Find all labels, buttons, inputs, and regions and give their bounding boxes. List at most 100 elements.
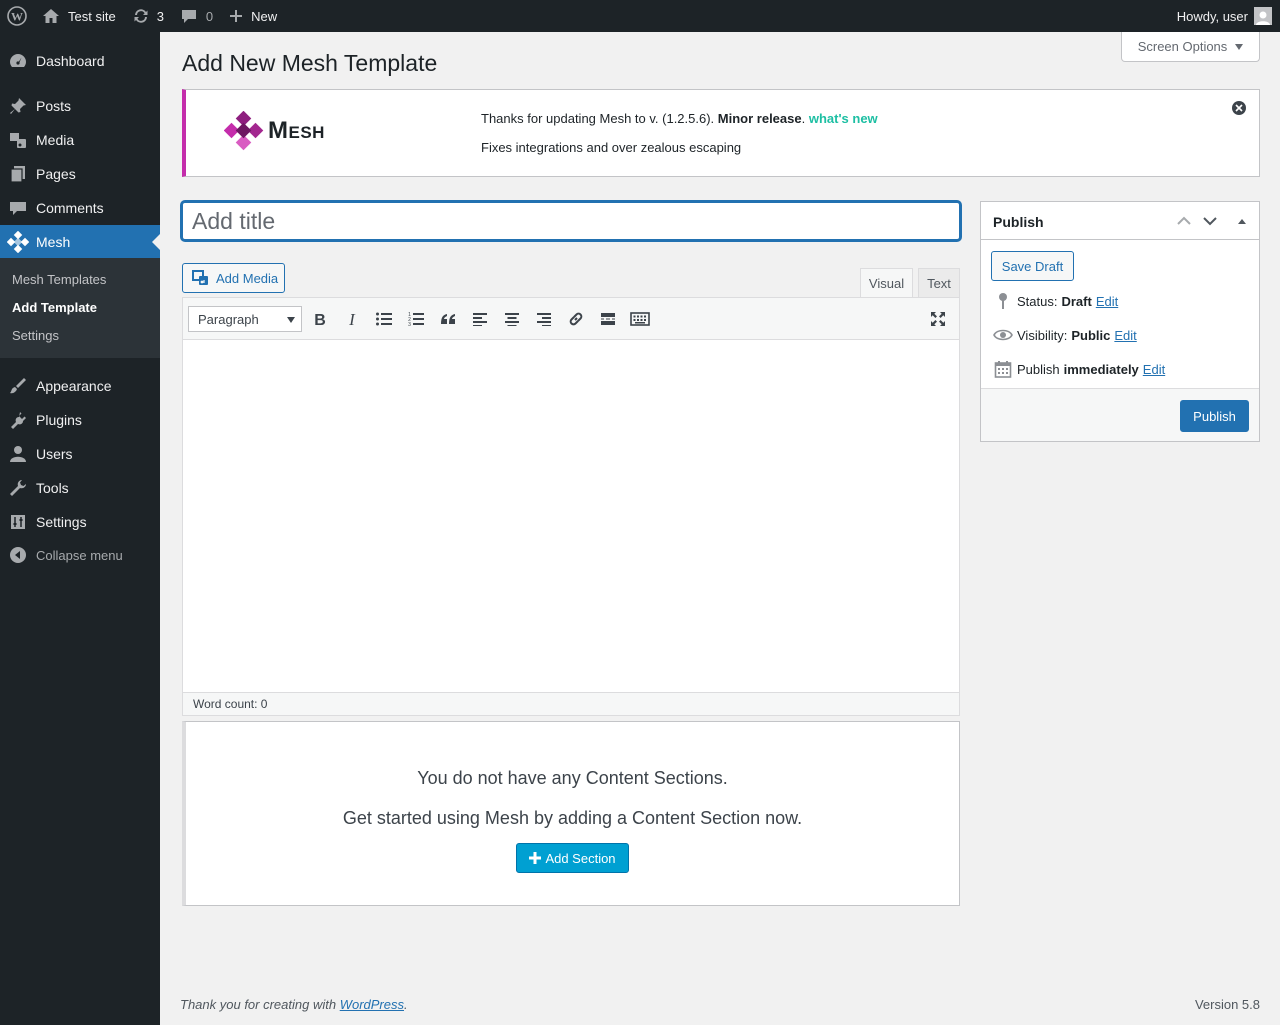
add-media-button[interactable]: Add Media xyxy=(182,263,285,293)
plus-icon xyxy=(529,852,542,864)
sidebar-item-label: Mesh xyxy=(36,234,71,250)
media-icon xyxy=(192,269,210,287)
pages-icon xyxy=(0,164,36,184)
sidebar-item-posts[interactable]: Posts xyxy=(0,89,160,123)
whats-new-link[interactable]: what's new xyxy=(809,111,878,126)
footer-thanks-text: Thank you for creating with xyxy=(180,997,340,1012)
caret-down-icon xyxy=(1235,43,1244,50)
chevron-up-icon xyxy=(1177,216,1191,226)
visibility-value: Public xyxy=(1071,327,1111,343)
fullscreen-button[interactable] xyxy=(926,307,950,331)
sidebar-item-pages[interactable]: Pages xyxy=(0,157,160,191)
svg-text:B: B xyxy=(314,312,326,327)
format-select-value: Paragraph xyxy=(198,311,259,327)
sidebar-item-settings[interactable]: Settings xyxy=(0,505,160,539)
home-icon xyxy=(42,7,60,25)
save-draft-button[interactable]: Save Draft xyxy=(991,251,1074,281)
wordpress-logo-menu[interactable]: W xyxy=(0,0,34,32)
site-name: Test site xyxy=(68,8,116,24)
admin-sidebar: Dashboard Posts Media Pages Comments Mes… xyxy=(0,32,160,1025)
schedule-label: Publish xyxy=(1017,361,1060,377)
submenu-item-add-template[interactable]: Add Template xyxy=(12,300,97,315)
user-icon xyxy=(0,444,36,464)
edit-status-link[interactable]: Edit xyxy=(1096,294,1118,309)
edit-visibility-link[interactable]: Edit xyxy=(1114,328,1136,343)
format-select[interactable]: Paragraph xyxy=(188,306,302,332)
edit-schedule-link[interactable]: Edit xyxy=(1143,362,1165,377)
mesh-sections-box: You do not have any Content Sections. Ge… xyxy=(182,721,960,906)
insert-link-button[interactable] xyxy=(564,307,588,331)
sidebar-item-tools[interactable]: Tools xyxy=(0,471,160,505)
content-editor: Paragraph B I 123 Word count: 0 xyxy=(182,297,960,716)
site-name-menu[interactable]: Test site xyxy=(34,0,124,32)
sidebar-item-dashboard[interactable]: Dashboard xyxy=(0,44,160,78)
visibility-label: Visibility: xyxy=(1017,327,1068,343)
new-content-menu[interactable]: New xyxy=(221,0,285,32)
toolbar-toggle-button[interactable] xyxy=(628,307,652,331)
publish-button[interactable]: Publish xyxy=(1180,400,1249,432)
screen-options-button[interactable]: Screen Options xyxy=(1121,32,1260,62)
submenu-item-mesh-templates[interactable]: Mesh Templates xyxy=(12,272,106,287)
sidebar-item-label: Dashboard xyxy=(36,53,105,69)
mesh-icon xyxy=(0,231,36,253)
svg-text:3: 3 xyxy=(408,322,411,327)
footer-thankyou: Thank you for creating with WordPress. xyxy=(180,997,408,1012)
submenu-item-settings[interactable]: Settings xyxy=(12,328,59,343)
numbered-list-button[interactable]: 123 xyxy=(404,307,428,331)
align-center-button[interactable] xyxy=(500,307,524,331)
visibility-row: Visibility: Public Edit xyxy=(991,325,1137,345)
mesh-getting-started-message: Get started using Mesh by adding a Conte… xyxy=(342,808,803,828)
quote-icon xyxy=(440,312,456,326)
add-section-label: Add Section xyxy=(545,850,616,866)
pin-icon xyxy=(991,292,1015,310)
status-value: Draft xyxy=(1061,293,1092,309)
publish-actions: Publish xyxy=(981,388,1259,441)
align-left-button[interactable] xyxy=(468,307,492,331)
tab-visual[interactable]: Visual xyxy=(860,268,913,298)
toggle-panel-button[interactable] xyxy=(1233,212,1251,230)
notice-text: Thanks for updating Mesh to v. (1.2.5.6)… xyxy=(481,111,718,126)
move-up-button[interactable] xyxy=(1175,212,1193,230)
collapse-menu-button[interactable]: Collapse menu xyxy=(0,541,160,569)
mesh-update-notice: Mesh Thanks for updating Mesh to v. (1.2… xyxy=(182,89,1260,177)
sidebar-item-media[interactable]: Media xyxy=(0,123,160,157)
sidebar-item-plugins[interactable]: Plugins xyxy=(0,403,160,437)
dismiss-notice-button[interactable] xyxy=(1232,101,1246,115)
account-menu[interactable]: Howdy, user xyxy=(1177,0,1272,32)
sidebar-item-label: Pages xyxy=(36,166,76,182)
bold-icon: B xyxy=(313,311,327,327)
wrench-icon xyxy=(0,478,36,498)
wordpress-link[interactable]: WordPress xyxy=(340,997,404,1012)
fullscreen-icon xyxy=(930,311,946,327)
editor-content-area[interactable] xyxy=(183,340,959,692)
screen-options-label: Screen Options xyxy=(1137,39,1228,54)
read-more-button[interactable] xyxy=(596,307,620,331)
keyboard-icon xyxy=(630,311,650,327)
bullet-list-button[interactable] xyxy=(372,307,396,331)
sidebar-item-comments[interactable]: Comments xyxy=(0,191,160,225)
howdy-text: Howdy, user xyxy=(1176,8,1248,24)
move-down-button[interactable] xyxy=(1201,212,1219,230)
comment-icon xyxy=(0,198,36,218)
italic-button[interactable]: I xyxy=(340,307,364,331)
align-right-button[interactable] xyxy=(532,307,556,331)
blockquote-button[interactable] xyxy=(436,307,460,331)
notice-details: Fixes integrations and over zealous esca… xyxy=(481,140,742,155)
footer-version: Version 5.8 xyxy=(1194,997,1260,1012)
comment-icon xyxy=(180,7,198,25)
brush-icon xyxy=(0,376,36,396)
tab-text[interactable]: Text xyxy=(918,268,960,298)
sidebar-item-users[interactable]: Users xyxy=(0,437,160,471)
notice-separator: . xyxy=(801,111,809,126)
sidebar-item-mesh[interactable]: Mesh xyxy=(0,225,160,259)
updates-menu[interactable]: 3 xyxy=(124,0,172,32)
eye-icon xyxy=(991,328,1015,342)
title-input[interactable] xyxy=(181,201,961,241)
bold-button[interactable]: B xyxy=(308,307,332,331)
add-section-button[interactable]: Add Section xyxy=(516,843,629,873)
sidebar-item-appearance[interactable]: Appearance xyxy=(0,369,160,403)
sidebar-item-label: Settings xyxy=(36,514,87,530)
comments-menu[interactable]: 0 xyxy=(172,0,221,32)
publish-box-header: Publish xyxy=(981,202,1259,240)
notice-message: Thanks for updating Mesh to v. (1.2.5.6)… xyxy=(481,111,878,126)
